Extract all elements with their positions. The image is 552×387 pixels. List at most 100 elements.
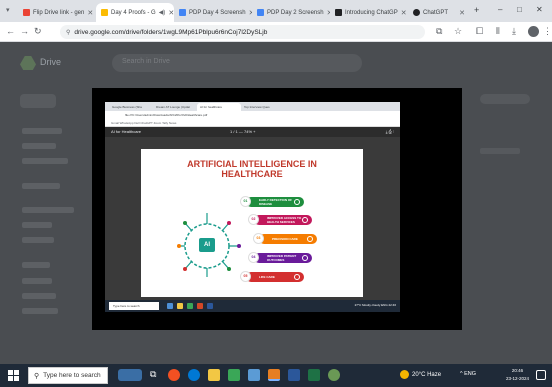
window-close-button[interactable]: ✕ xyxy=(536,5,543,14)
windows-start-icon[interactable] xyxy=(8,370,19,381)
inner-url: file:///C:/Users/admin/Downloads/AI%20fo… xyxy=(125,113,208,117)
drive-favicon-icon xyxy=(101,9,108,16)
drive-sidebar-item[interactable] xyxy=(22,222,52,228)
forward-icon[interactable]: → xyxy=(20,26,29,36)
excel-icon[interactable] xyxy=(308,369,320,381)
bookmark-star-icon[interactable]: ☆ xyxy=(454,26,462,37)
pdf-viewer-toolbar: AI for Healthcare 1 / 1 — 74% + ⤓ ⎙ ⋮ xyxy=(105,127,400,137)
mail-icon[interactable] xyxy=(248,369,260,381)
slide-title-line2: HEALTHCARE xyxy=(221,169,283,179)
inner-bookmarks-bar: Gmail WhatsApp Dell ChatGPT Zoom Tally N… xyxy=(105,119,400,127)
inner-bookmarks-text: Gmail WhatsApp Dell ChatGPT Zoom Tally N… xyxy=(111,121,177,125)
extensions-icon[interactable]: ⧠ xyxy=(476,26,483,37)
benefit-item-02: IMPROVED ACCESS TO HEALTH SERVICES xyxy=(254,215,312,225)
tab-list-icon[interactable]: ▾ xyxy=(6,6,10,14)
weather-text: 20°C Haze xyxy=(412,371,442,378)
tab-pdp-day4[interactable]: PDP Day 4 Screensh ✕ xyxy=(174,3,252,22)
inner-tab-active: AI for healthcare xyxy=(197,103,241,111)
task-view-icon[interactable]: ⧉ xyxy=(150,369,156,380)
drive-sidebar-item[interactable] xyxy=(22,143,56,149)
site-info-icon[interactable]: ⚲ xyxy=(66,29,70,36)
store-icon[interactable] xyxy=(228,369,240,381)
drive-new-button[interactable] xyxy=(20,94,56,108)
chrome-active-icon[interactable] xyxy=(268,369,280,381)
taskbar-search-placeholder: Type here to search xyxy=(43,372,101,379)
reload-icon[interactable]: ↻ xyxy=(34,26,42,37)
benefit-icon xyxy=(307,236,313,242)
address-bar-row: ← → ↻ ⚲ drive.google.com/drive/folders/1… xyxy=(0,22,552,42)
docs-favicon-icon xyxy=(257,9,264,16)
drive-sidebar-item[interactable] xyxy=(22,293,56,299)
benefit-number: 01 xyxy=(241,197,250,206)
inner-tab: Top Interview Ques xyxy=(244,105,270,109)
system-tray[interactable]: ^ ENG xyxy=(460,371,476,377)
tab-pdp-day2[interactable]: PDP Day 2 Screensh ✕ xyxy=(252,3,330,22)
drive-sidebar-item[interactable] xyxy=(22,207,74,213)
app-icon[interactable] xyxy=(168,369,180,381)
browser-tab-bar: ▾ Flip Drive link - gen ✕ Day 4 Proofs -… xyxy=(0,0,552,22)
maximize-button[interactable]: □ xyxy=(517,5,522,14)
inner-tab-bar: Google Business (Sha Dream AT Lounge (Up… xyxy=(105,102,400,111)
notification-icon[interactable] xyxy=(536,370,546,380)
benefit-number: 05 xyxy=(241,272,250,281)
preview-image: Google Business (Sha Dream AT Lounge (Up… xyxy=(105,102,400,312)
menu-icon[interactable]: ⋮ xyxy=(543,26,552,37)
drive-search-placeholder: Search in Drive xyxy=(122,58,170,65)
app-icon[interactable] xyxy=(328,369,340,381)
tab-label: Flip Drive link - gen xyxy=(33,9,85,16)
close-icon[interactable]: ✕ xyxy=(401,9,407,17)
drive-sidebar-item[interactable] xyxy=(22,237,54,243)
tab-day4-proofs[interactable]: Day 4 Proofs - G ◀) ✕ xyxy=(96,3,174,22)
screen-cast-icon[interactable]: ⧉ xyxy=(436,26,442,37)
inner-app-icon xyxy=(177,303,183,309)
url-field[interactable]: ⚲ drive.google.com/drive/folders/1wgL9Mp… xyxy=(60,25,425,39)
taskbar-clock[interactable]: 20:46 23-12-2024 xyxy=(506,367,529,383)
inner-taskbar: Type here to search 27°C Mostly cloudy E… xyxy=(105,300,400,312)
tab-label: PDP Day 2 Screensh xyxy=(267,9,324,16)
drive-sidebar-item[interactable] xyxy=(22,128,62,134)
drive-sidebar-item[interactable] xyxy=(22,158,68,164)
file-explorer-icon[interactable] xyxy=(208,369,220,381)
drive-sidebar-item[interactable] xyxy=(22,308,58,314)
benefit-number: 02 xyxy=(249,215,258,224)
tab-label: Introducing ChatGP xyxy=(345,9,398,16)
taskbar-search-input[interactable]: ⚲ Type here to search xyxy=(28,367,108,384)
clock-time: 20:46 xyxy=(511,368,524,373)
profile-avatar[interactable] xyxy=(528,26,539,37)
pdf-download-print-icons: ⤓ ⎙ ⋮ xyxy=(385,129,394,134)
download-icon[interactable]: ⤓ xyxy=(512,26,516,37)
back-icon[interactable]: ← xyxy=(6,26,15,36)
word-icon[interactable] xyxy=(288,369,300,381)
benefit-label: PRECISION CARE xyxy=(272,237,298,241)
weather-icon xyxy=(400,370,409,379)
sidebar-icon[interactable]: ⫴ xyxy=(496,26,500,37)
benefit-label: LIFE CARE xyxy=(259,275,275,279)
audio-icon: ◀) xyxy=(158,10,166,16)
drive-sidebar-item[interactable] xyxy=(22,183,60,189)
drive-search-input[interactable]: Search in Drive xyxy=(112,54,362,72)
drive-view-toggle[interactable] xyxy=(480,94,530,104)
inner-tray: 27°C Mostly cloudy ENG 22:46 xyxy=(354,303,396,307)
new-tab-button[interactable]: + xyxy=(474,5,479,15)
close-icon[interactable]: ✕ xyxy=(87,9,93,17)
close-icon[interactable]: ✕ xyxy=(459,9,465,17)
inner-app-icon xyxy=(167,303,173,309)
windows-taskbar: ⚲ Type here to search ⧉ 20°C Haze ^ ENG … xyxy=(0,364,552,387)
benefit-number: 04 xyxy=(249,253,258,262)
inner-app-icon xyxy=(197,303,203,309)
minimize-button[interactable]: – xyxy=(498,5,502,14)
tab-chatgpt[interactable]: ChatGPT ✕ xyxy=(408,3,470,22)
weather-widget[interactable]: 20°C Haze xyxy=(400,370,441,379)
tab-flip-drive[interactable]: Flip Drive link - gen ✕ xyxy=(18,3,96,22)
tab-introducing-chatgpt[interactable]: Introducing ChatGP ✕ xyxy=(330,3,408,22)
pdf-zoom-controls: 1 / 1 — 74% + xyxy=(230,129,256,134)
clock-date: 23-12-2024 xyxy=(506,376,530,381)
benefit-item-04: IMPROVED PATIENT OUTCOMES xyxy=(254,253,312,263)
drive-sidebar-item[interactable] xyxy=(22,262,50,268)
drive-sidebar-item[interactable] xyxy=(22,278,52,284)
pdf-title: AI for Healthcare xyxy=(111,129,142,134)
drive-title: Drive xyxy=(40,57,62,67)
news-widget-icon[interactable] xyxy=(118,369,142,381)
tab-label: Day 4 Proofs - G xyxy=(111,9,156,16)
edge-icon[interactable] xyxy=(188,369,200,381)
